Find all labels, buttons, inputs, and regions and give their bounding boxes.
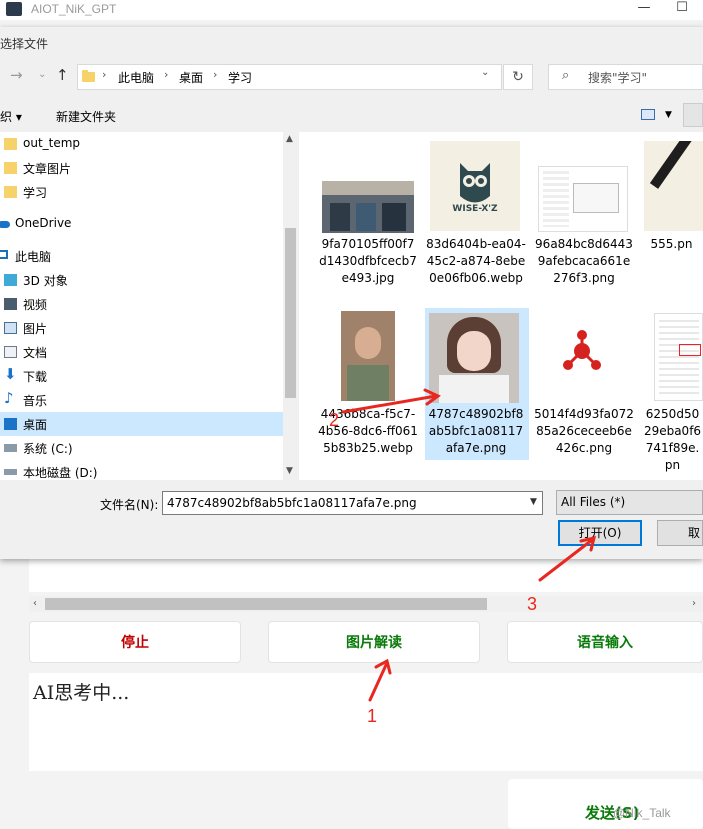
annotation-arrow-2 bbox=[341, 388, 441, 414]
annotation-number: 3 bbox=[527, 594, 538, 614]
annotation-number: 2 bbox=[329, 410, 340, 430]
annotation-overlay bbox=[341, 388, 597, 702]
annotation-arrow-1 bbox=[368, 658, 392, 702]
annotation-arrow-3 bbox=[538, 535, 597, 582]
annotation-number: 1 bbox=[367, 706, 378, 726]
